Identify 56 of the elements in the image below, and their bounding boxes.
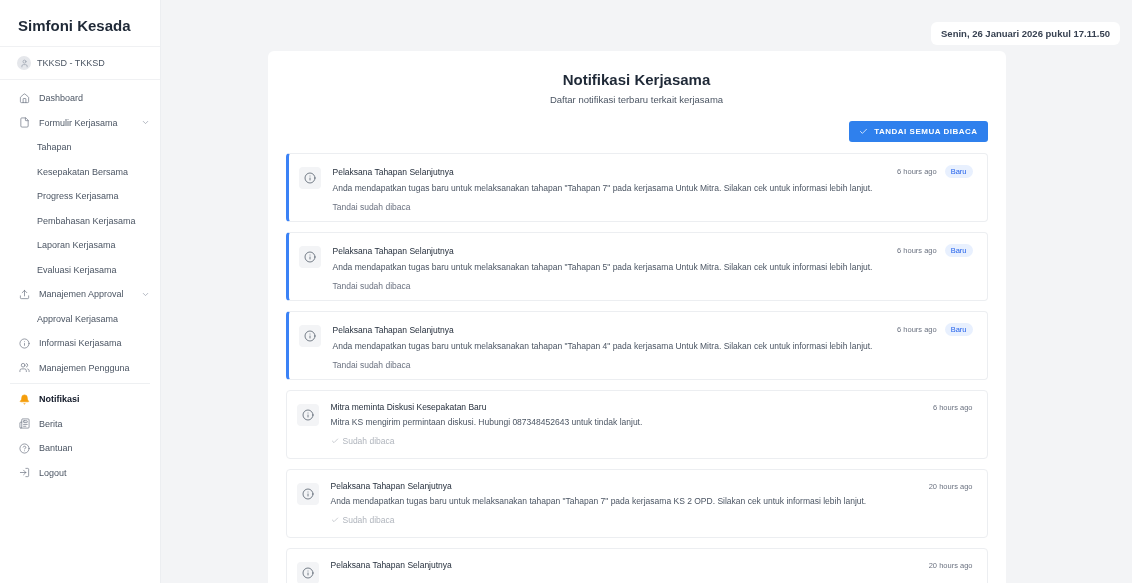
page-subtitle: Daftar notifikasi terbaru terkait kerjasama — [548, 94, 725, 105]
nav-subitem[interactable]: Evaluasi Kerjasama — [0, 257, 160, 282]
info-icon — [296, 483, 319, 505]
date-time: Senin, 26 Januari 2026 pukul 17.11.50 — [931, 22, 1120, 45]
page-title: Notifikasi Kerjasama — [561, 71, 712, 88]
check-icon — [330, 437, 339, 445]
nav-item[interactable]: Logout — [0, 460, 160, 485]
info-icon — [298, 246, 321, 268]
mark-read-link[interactable]: Tandai sudah dibaca — [332, 202, 973, 212]
notification-message: Anda mendapatkan tugas baru untuk melaksanakan tahapan "Tahapan 7" pada kerjasama Untuk Mitra. Silakan cek untuk informasi lebih lanjut. — [332, 183, 874, 193]
nav-subitem[interactable]: Pembahasan Kerjasama — [0, 208, 160, 233]
nav-item[interactable]: Dashboard — [0, 86, 160, 111]
app-name: Simfoni Kesada — [0, 0, 160, 47]
user-icon — [17, 56, 31, 70]
bell-icon — [19, 393, 30, 405]
notification-title: Mitra meminta Diskusi Kesepakatan Baru — [330, 402, 488, 412]
document-icon — [19, 117, 30, 129]
nav-item[interactable]: Berita — [0, 411, 160, 436]
nav-item[interactable]: Notifikasi — [0, 387, 160, 412]
notification-message: Anda mendapatkan tugas baru untuk melaksanakan tahapan "Tahapan 4" pada kerjasama Untuk Mitra. Silakan cek untuk informasi lebih lanjut. — [332, 341, 874, 351]
notification-message: Mitra KS mengirim permintaan diskusi. Hubungi 087348452643 untuk tindak lanjut. — [330, 417, 644, 427]
newspaper-icon — [19, 418, 30, 430]
notification-message: Anda mendapatkan tugas baru untuk melaksanakan tahapan "Tahapan 5" pada kerjasama Untuk Mitra. Silakan cek untuk informasi lebih lanjut. — [332, 262, 874, 272]
nav-subitem[interactable]: Laporan Kerjasama — [0, 233, 160, 258]
nav-item[interactable]: Manajemen Pengguna — [0, 355, 160, 380]
nav-subitem[interactable]: Progress Kerjasama — [0, 184, 160, 209]
notification-message: Anda mendapatkan tugas baru untuk melaksanakan tahapan "Tahapan 7" pada kerjasama KS 2 OPD. Silakan cek untuk informasi lebih lanjut. — [330, 496, 868, 506]
nav-item[interactable]: Formulir Kerjasama — [0, 110, 160, 135]
mark-all-read-button[interactable]: TANDAI SEMUA DIBACA — [849, 121, 988, 142]
notification-title: Pelaksana Tahapan Selanjutnya — [332, 245, 455, 256]
notification-title: Pelaksana Tahapan Selanjutnya — [332, 166, 455, 177]
help-icon — [19, 442, 30, 454]
info-icon — [19, 337, 30, 349]
upload-icon — [19, 288, 30, 300]
user-name: TKKSD - TKKSD — [37, 58, 105, 68]
nav-subitem[interactable]: Kesepakatan Bersama — [0, 159, 160, 184]
mark-read-link[interactable]: Tandai sudah dibaca — [332, 281, 973, 291]
home-icon — [19, 92, 30, 104]
read-status: Sudah dibaca — [330, 515, 973, 525]
nav-item[interactable]: Informasi Kerjasama — [0, 331, 160, 356]
notification-title: Pelaksana Tahapan Selanjutnya — [332, 324, 455, 335]
nav-subitem[interactable]: Tahapan — [0, 135, 160, 160]
check-icon — [859, 127, 869, 136]
mark-read-link[interactable]: Tandai sudah dibaca — [332, 360, 973, 370]
notification-title: Pelaksana Tahapan Selanjutnya — [330, 560, 453, 570]
info-icon — [298, 167, 321, 189]
logout-icon — [19, 467, 30, 479]
users-icon — [19, 362, 30, 374]
nav-item[interactable]: Manajemen Approval — [0, 282, 160, 307]
info-icon — [296, 404, 319, 426]
nav-subitem[interactable]: Approval Kerjasama — [0, 306, 160, 331]
nav-item[interactable]: Bantuan — [0, 436, 160, 461]
info-icon — [298, 325, 321, 347]
check-icon — [330, 516, 339, 524]
read-status: Sudah dibaca — [330, 436, 973, 446]
notification-title: Pelaksana Tahapan Selanjutnya — [330, 481, 453, 491]
